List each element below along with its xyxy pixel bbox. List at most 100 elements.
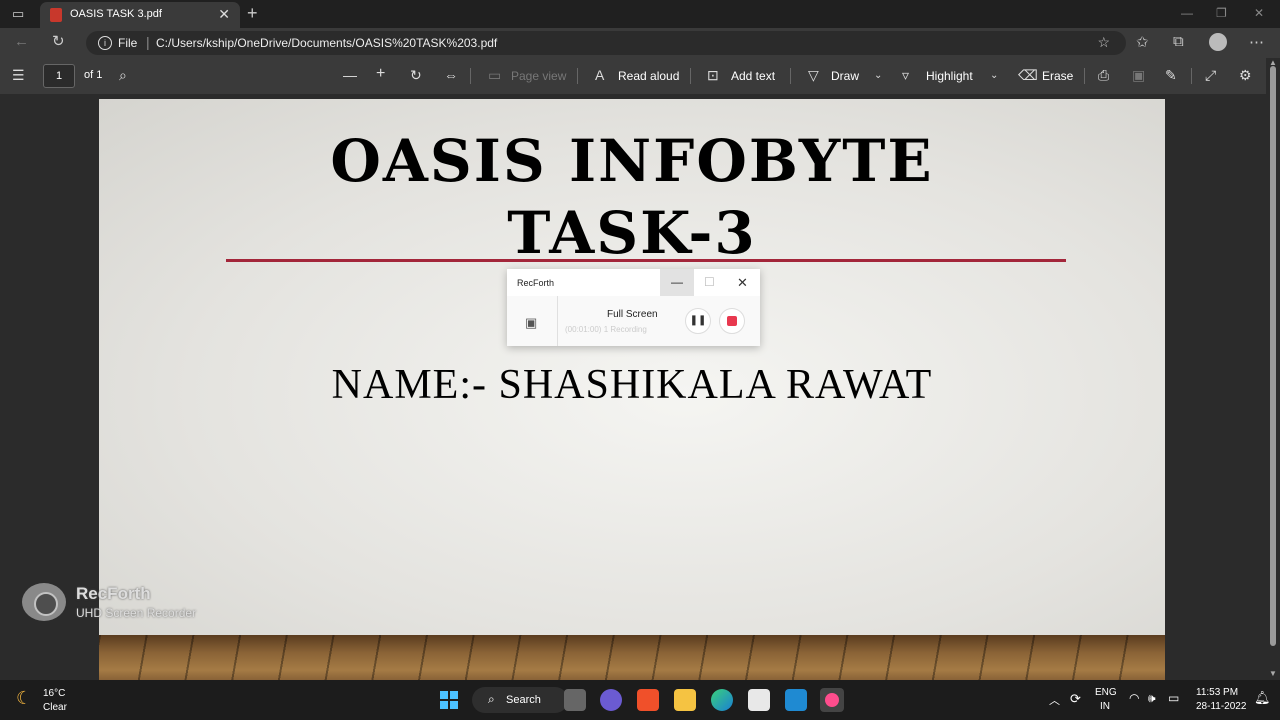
recforth-close-icon[interactable]: ✕ [737,275,748,291]
toolbar-divider [1084,68,1085,84]
wifi-icon[interactable]: ◠ [1129,691,1139,705]
toolbar-divider [1191,68,1192,84]
vertical-scrollbar[interactable]: ▲ ▼ [1266,58,1280,680]
read-aloud-button[interactable]: Read aloud [618,69,679,83]
page-view-button: Page view [511,69,567,83]
taskbar-search[interactable]: ⌕ Search [472,687,568,713]
recording-mode-label: Full Screen [607,309,658,320]
recforth-titlebar[interactable]: RecForth — ☐ ✕ [507,269,760,296]
browser-tab[interactable]: OASIS TASK 3.pdf ✕ [40,2,240,28]
show-hidden-icons-icon[interactable]: ︿ [1049,692,1060,708]
weather-moon-icon[interactable]: ☾ [16,688,32,709]
toolbar-divider [790,68,791,84]
clock-date[interactable]: 28-11-2022 [1196,701,1246,712]
start-windows-icon[interactable] [438,689,460,711]
notifications-icon[interactable]: 🔔︎ [1254,690,1271,706]
weather-temperature[interactable]: 16°C [43,688,65,699]
zoom-in-icon[interactable]: + [376,65,385,83]
webcam-logo-icon [22,583,66,621]
tab-bar: ▭ OASIS TASK 3.pdf ✕ + — ❐ ✕ [0,0,1280,28]
info-icon[interactable]: i [98,36,112,50]
more-options-icon[interactable]: ⋯ [1249,33,1264,51]
toolbar-divider [690,68,691,84]
add-favorite-icon[interactable]: ☆ [1097,34,1110,51]
favorites-icon[interactable]: ✩ [1136,33,1149,51]
brave-browser-icon[interactable] [637,689,659,711]
contents-icon[interactable]: ☰ [12,67,25,84]
pause-recording-button[interactable]: ❚❚ [685,308,711,334]
profile-avatar[interactable] [1209,33,1227,51]
recforth-taskbar-icon[interactable] [820,688,844,712]
slide-title-line2: TASK-3 [507,199,757,267]
save-as-icon[interactable]: ✎ [1165,67,1177,84]
wooden-floor-image [99,635,1165,680]
highlight-chevron-down-icon[interactable]: ⌄ [990,70,998,81]
settings-gear-icon[interactable]: ⚙ [1239,67,1252,84]
recforth-camera-cell[interactable]: ▣ [507,296,558,346]
screenshot-camera-icon[interactable]: ▣ [525,315,537,331]
search-icon[interactable]: ⌕ [119,67,127,84]
address-bar-row: ← ↻ i File | C:/Users/kship/OneDrive/Doc… [0,28,1280,58]
microsoft-store-icon[interactable] [748,689,770,711]
teams-chat-icon[interactable] [600,689,622,711]
pdf-toolbar: ☰ 1 of 1 ⌕ — + ↻ ⇔ ▭ Page view A Read al… [0,58,1280,95]
language-line2[interactable]: IN [1100,701,1110,712]
close-window-icon[interactable]: ✕ [1254,6,1264,20]
recforth-maximize-icon: ☐ [704,275,715,289]
print-icon[interactable]: ⎙ [1098,67,1109,84]
recforth-app-name: RecForth [517,278,555,288]
page-total: of 1 [84,69,103,81]
back-arrow-icon[interactable]: ← [14,33,29,50]
slide-title-line1: OASIS INFOBYTE [330,127,934,195]
maximize-window-icon[interactable]: ❐ [1216,6,1227,20]
slide-author-name: NAME:- SHASHIKALA RAWAT [331,362,933,408]
edge-browser-icon[interactable] [711,689,733,711]
battery-icon[interactable]: ▭ [1168,691,1179,705]
new-tab-icon[interactable]: + [247,3,258,24]
minimize-window-icon[interactable]: — [1181,6,1193,20]
fit-page-icon[interactable]: ⇔ [444,67,458,83]
tab-actions-icon[interactable]: ▭ [12,6,24,22]
eraser-icon: ⌫ [1018,67,1038,83]
language-line1[interactable]: ENG [1095,687,1117,698]
erase-button[interactable]: Erase [1042,69,1073,83]
sync-icon[interactable]: ⟳ [1070,691,1081,707]
url-text[interactable]: C:/Users/kship/OneDrive/Documents/OASIS%… [156,36,497,50]
watermark-brand: RecForth [76,584,151,603]
recforth-watermark: RecForth UHD Screen Recorder [22,583,222,627]
close-tab-icon[interactable]: ✕ [218,6,230,23]
read-aloud-icon: A [595,67,605,83]
volume-icon[interactable]: 🕪 [1148,691,1156,706]
highlight-button[interactable]: Highlight [926,69,973,83]
search-icon: ⌕ [488,692,495,706]
page-view-icon: ▭ [488,67,502,83]
recforth-minimize-icon[interactable]: — [660,269,694,296]
task-view-icon[interactable] [564,689,586,711]
scroll-down-icon[interactable]: ▼ [1269,669,1277,678]
fullscreen-icon[interactable]: ⤢ [1205,67,1216,84]
clock-time[interactable]: 11:53 PM [1196,687,1238,698]
recforth-record-dot [825,693,839,707]
vscode-icon[interactable] [785,689,807,711]
watermark-subtitle: UHD Screen Recorder [76,606,197,620]
weather-condition[interactable]: Clear [43,702,67,713]
recforth-popup: RecForth — ☐ ✕ ▣ Full Screen (00:01:00) … [507,269,760,346]
file-explorer-icon[interactable] [674,689,696,711]
refresh-icon[interactable]: ↻ [52,32,65,50]
scrollbar-thumb[interactable] [1270,66,1276,646]
taskbar-search-label: Search [506,694,541,706]
add-text-button[interactable]: Add text [731,69,775,83]
address-separator: | [146,34,150,50]
draw-button[interactable]: Draw [831,69,859,83]
pdf-file-icon [50,8,62,22]
address-bar[interactable]: i File | C:/Users/kship/OneDrive/Documen… [86,31,1126,55]
windows-taskbar: ☾ 16°C Clear ⌕ Search ︿ ⟳ ENG IN ◠ 🕪 ▭ 1… [0,680,1280,720]
rotate-icon[interactable]: ↻ [410,67,422,84]
highlight-icon: ▿ [902,67,910,83]
webcam-lens [34,592,58,616]
page-number-input[interactable]: 1 [43,64,75,88]
draw-chevron-down-icon[interactable]: ⌄ [874,70,882,81]
stop-recording-button[interactable] [719,308,745,334]
zoom-out-icon[interactable]: — [343,67,357,83]
collections-icon[interactable]: ⧉ [1173,33,1184,50]
